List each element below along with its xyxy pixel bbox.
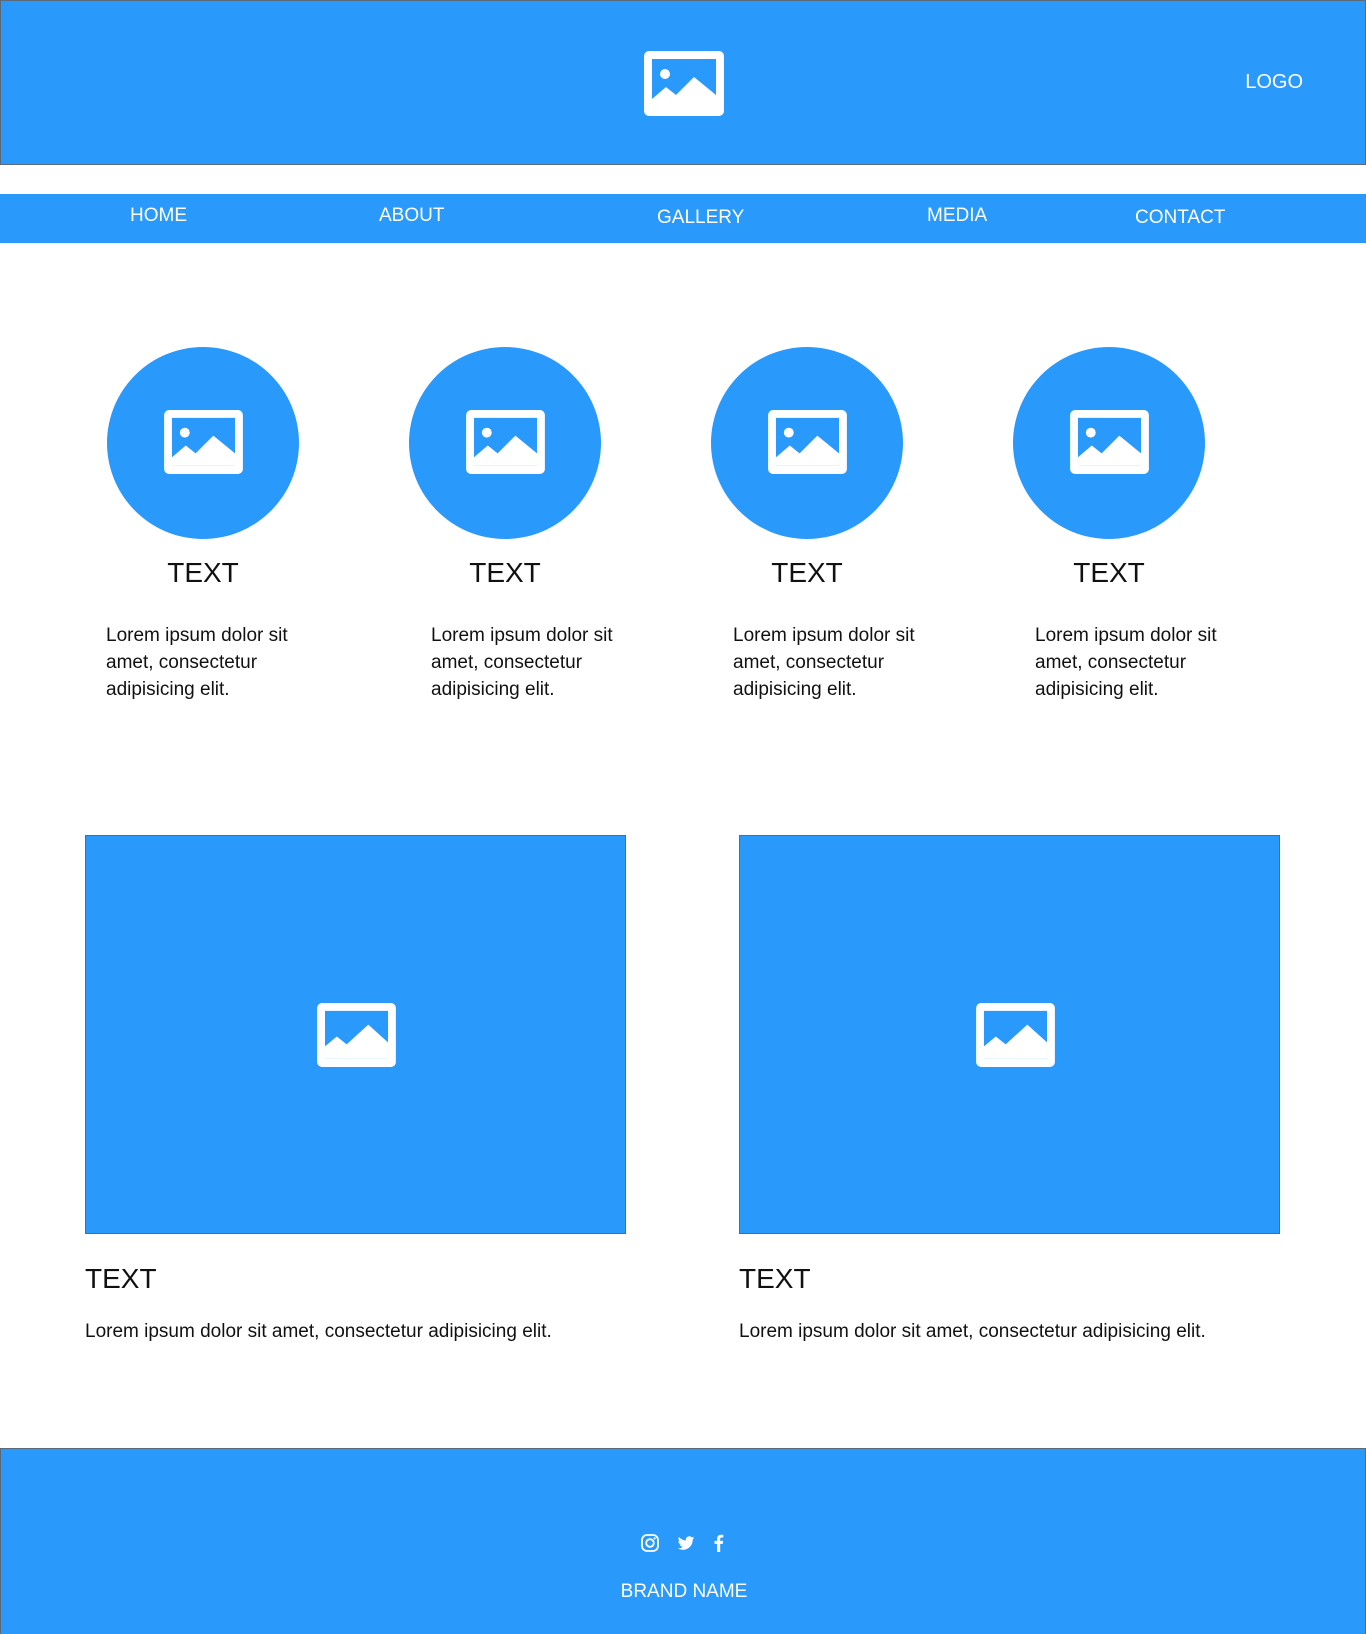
card-title: TEXT: [469, 557, 541, 588]
logo-text[interactable]: LOGO: [1245, 71, 1303, 94]
nav-item-contact[interactable]: CONTACT: [1135, 207, 1225, 229]
image-icon: [164, 410, 243, 474]
nav-item-media[interactable]: MEDIA: [927, 205, 987, 227]
feature-body: Lorem ipsum dolor sit amet, consectetur …: [739, 1321, 1206, 1342]
card-title: TEXT: [1073, 557, 1145, 588]
card-image[interactable]: [107, 347, 299, 539]
brand-name: BRAND NAME: [620, 1581, 748, 1602]
twitter-icon[interactable]: [676, 1533, 696, 1553]
image-icon: [317, 1003, 396, 1067]
feature-body: Lorem ipsum dolor sit amet, consectetur …: [85, 1321, 552, 1342]
footer: BRAND NAME: [0, 1448, 1366, 1634]
card-body: Lorem ipsum dolor sit amet, consectetur …: [733, 625, 915, 700]
card-image[interactable]: [711, 347, 903, 539]
image-icon: [1070, 410, 1149, 474]
instagram-icon[interactable]: [640, 1533, 660, 1553]
card-body: Lorem ipsum dolor sit amet, consectetur …: [1035, 625, 1217, 700]
image-icon: [976, 1003, 1055, 1067]
image-icon: [644, 51, 724, 116]
card-title: TEXT: [167, 557, 239, 588]
card-body: Lorem ipsum dolor sit amet, consectetur …: [431, 625, 613, 700]
nav-item-gallery[interactable]: GALLERY: [657, 207, 744, 229]
feature-image[interactable]: [85, 835, 626, 1234]
feature-title: TEXT: [739, 1263, 811, 1294]
card-image[interactable]: [409, 347, 601, 539]
image-icon: [466, 410, 545, 474]
card-image[interactable]: [1013, 347, 1205, 539]
card-body: Lorem ipsum dolor sit amet, consectetur …: [106, 625, 288, 700]
card-title: TEXT: [771, 557, 843, 588]
feature-image[interactable]: [739, 835, 1280, 1234]
nav-bar: HOME ABOUT GALLERY MEDIA CONTACT: [0, 194, 1366, 243]
nav-item-about[interactable]: ABOUT: [379, 205, 444, 227]
header-banner: LOGO: [0, 0, 1366, 165]
feature-title: TEXT: [85, 1263, 157, 1294]
image-icon: [768, 410, 847, 474]
facebook-icon[interactable]: [709, 1533, 729, 1553]
nav-item-home[interactable]: HOME: [130, 205, 187, 227]
